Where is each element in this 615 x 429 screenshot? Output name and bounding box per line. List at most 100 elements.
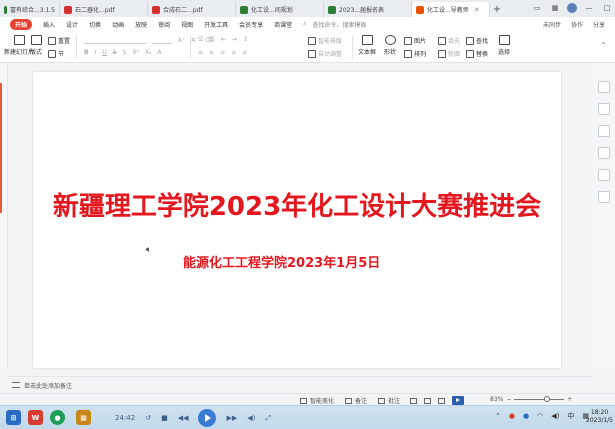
side-tool-button[interactable] (598, 81, 610, 93)
zoom-in-icon[interactable]: + (567, 396, 572, 403)
line-spacing-icon[interactable]: ↕ (243, 36, 248, 43)
distribute-icon[interactable]: ≡ (242, 49, 247, 56)
menu-insert[interactable]: 插入 (43, 20, 55, 29)
wifi-icon[interactable]: ◠ (537, 412, 543, 420)
textbox-button[interactable]: 文本框 (358, 35, 376, 56)
collapse-ribbon-icon[interactable]: ⌃ (600, 41, 607, 50)
reading-view-icon[interactable] (438, 397, 445, 404)
replace-button[interactable]: 替换 (466, 49, 488, 58)
maximize-icon[interactable]: □ (601, 2, 613, 14)
slide-subtitle[interactable]: 能源化工工程学院2023年1月5日 (183, 252, 380, 271)
section-button[interactable]: 节 (48, 49, 64, 58)
outline-button[interactable]: 轮廓 (438, 49, 460, 58)
tab-1[interactable]: 石二器化...pdf (60, 2, 148, 17)
shape-button[interactable]: 形状 (384, 35, 396, 56)
fullscreen-icon[interactable]: ⤢ (265, 414, 271, 423)
strike-icon[interactable]: S (113, 49, 117, 56)
tab-5-active[interactable]: 化工设...导教师 ✕ (412, 2, 490, 17)
font-size-select[interactable] (152, 36, 172, 44)
shadow-icon[interactable]: S (123, 49, 127, 56)
menu-start[interactable]: 开始 (10, 18, 33, 30)
fill-button[interactable]: 填充 (438, 36, 460, 45)
align-right-icon[interactable]: ≡ (220, 49, 225, 56)
new-tab-button[interactable]: + (490, 2, 504, 17)
monitor-icon[interactable]: ▭ (531, 2, 543, 14)
thumbnail-panel[interactable] (0, 63, 8, 370)
notes-toggle[interactable]: 备注 (345, 396, 367, 405)
browser-icon[interactable]: ● (50, 410, 65, 425)
system-clock[interactable]: 18:20 2023/1/5 (586, 409, 613, 425)
normal-view-icon[interactable] (410, 397, 417, 404)
tab-0[interactable]: 富有综合...3.1.5 (0, 2, 60, 17)
bold-icon[interactable]: B (84, 49, 89, 56)
indent-increase-icon[interactable]: ⇥ (232, 36, 237, 43)
menu-devtools[interactable]: 开发工具 (204, 20, 228, 29)
zoom-out-icon[interactable]: − (506, 396, 511, 403)
italic-icon[interactable]: I (95, 49, 97, 56)
tray-app-icon[interactable]: ● (523, 412, 529, 420)
slide-title[interactable]: 新疆理工学院2023年化工设计大赛推进会 (33, 186, 561, 223)
tab-2[interactable]: 合成石二...pdf (148, 2, 236, 17)
volume-icon[interactable]: ◀) (247, 414, 255, 422)
side-tool-button[interactable] (598, 169, 610, 181)
side-tool-button[interactable] (598, 125, 610, 137)
smart-arrange-button[interactable]: 智能排版 (308, 36, 342, 45)
font-color-icon[interactable]: A (157, 49, 161, 56)
picture-button[interactable]: 图片 (404, 36, 426, 45)
zoom-level[interactable]: 83% (490, 396, 503, 403)
sorter-view-icon[interactable] (424, 397, 431, 404)
collab-button[interactable]: 协作 (571, 20, 583, 29)
stop-icon[interactable]: ■ (161, 414, 168, 422)
wps-icon[interactable]: W (28, 410, 43, 425)
search-command-input[interactable]: ⌕ 查找命令、搜索模板 (303, 20, 366, 29)
play-slideshow-button[interactable] (452, 396, 464, 405)
grow-font-icon[interactable]: A⁺ (178, 37, 185, 44)
underline-icon[interactable]: U (102, 49, 106, 56)
speed-icon[interactable]: ↺ (145, 414, 151, 422)
close-tab-icon[interactable]: ✕ (474, 6, 480, 14)
numbering-icon[interactable]: ☷ (209, 36, 214, 43)
ime-indicator[interactable]: 中 (567, 411, 574, 421)
sync-status[interactable]: 未同步 (543, 20, 561, 29)
menu-class[interactable]: 商课堂 (274, 20, 292, 29)
side-tool-button[interactable] (598, 191, 610, 203)
align-center-icon[interactable]: ≡ (209, 49, 214, 56)
menu-view[interactable]: 视图 (181, 20, 193, 29)
start-icon[interactable]: ⊞ (6, 410, 21, 425)
layout-button[interactable]: 版式 (30, 35, 42, 56)
menu-transition[interactable]: 切换 (89, 20, 101, 29)
minimize-icon[interactable]: — (583, 2, 595, 14)
justify-icon[interactable]: ≡ (231, 49, 236, 56)
side-tool-button[interactable] (598, 147, 610, 159)
grid-icon[interactable]: ▦ (549, 2, 561, 14)
menu-slideshow[interactable]: 放映 (135, 20, 147, 29)
slide-canvas[interactable]: 新疆理工学院2023年化工设计大赛推进会 能源化工工程学院2023年1月5日 (33, 72, 561, 368)
share-button[interactable]: 分享 (593, 20, 605, 29)
speaker-icon[interactable]: ◀) (551, 412, 559, 420)
avatar[interactable] (567, 3, 577, 13)
find-button[interactable]: 查找 (466, 36, 488, 45)
reset-button[interactable]: 重置 (48, 36, 70, 45)
tray-app-icon[interactable]: ● (509, 412, 515, 420)
forward-icon[interactable]: ▶▶ (226, 414, 237, 422)
superscript-icon[interactable]: X² (132, 49, 139, 56)
comment-toggle[interactable]: 批注 (378, 396, 400, 405)
zoom-slider-knob[interactable] (544, 396, 551, 402)
app-icon[interactable]: ▦ (76, 410, 91, 425)
auto-fit-button[interactable]: 自动调整 (308, 49, 342, 58)
menu-review[interactable]: 审阅 (158, 20, 170, 29)
align-left-icon[interactable]: ≡ (198, 49, 203, 56)
zoom-slider[interactable] (514, 396, 565, 402)
bullets-icon[interactable]: ☰ (198, 36, 203, 43)
play-icon[interactable] (198, 409, 217, 427)
tab-3[interactable]: 化工设...间规划 (236, 2, 324, 17)
beautify-button[interactable]: 智能美化 (300, 396, 334, 405)
side-tool-button[interactable] (598, 103, 610, 115)
indent-decrease-icon[interactable]: ⇤ (221, 36, 226, 43)
notes-pane[interactable]: 单击此处添加备注 (8, 376, 593, 393)
subscript-icon[interactable]: X₂ (145, 49, 152, 56)
rewind-icon[interactable]: ◀◀ (178, 414, 189, 422)
menu-animation[interactable]: 动画 (112, 20, 124, 29)
select-button[interactable]: 选择 (498, 35, 510, 56)
font-name-select[interactable] (84, 36, 146, 44)
